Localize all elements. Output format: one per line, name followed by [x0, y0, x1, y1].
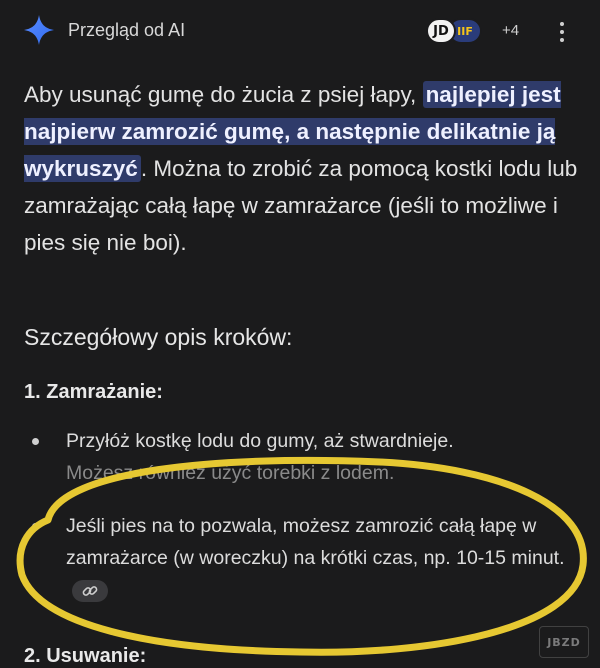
link-icon[interactable] — [72, 579, 108, 602]
bullet-text: Przyłóż kostkę lodu do gumy, aż stwardni… — [66, 430, 454, 452]
list-item: Możesz również użyć torebki z lodem. — [38, 457, 578, 489]
answer-intro: Aby usunąć gumę do żucia z psiej łapy, n… — [24, 76, 584, 261]
gemini-sparkle-icon — [24, 15, 54, 45]
ai-overview-header: Przegląd od AI JD IIF +4 — [0, 0, 600, 62]
bullet-text-obscured: Możesz również użyć torebki z lodem. — [66, 462, 395, 484]
step-heading-removal: 2. Usuwanie: — [24, 645, 147, 667]
bullet-text: Jeśli pies na to pozwala, możesz zamrozi… — [66, 515, 565, 569]
more-vert-icon[interactable] — [552, 17, 572, 47]
list-item: Przyłóż kostkę lodu do gumy, aż stwardni… — [32, 425, 578, 457]
list-item: Jeśli pies na to pozwala, możesz zamrozi… — [32, 510, 578, 606]
bullet-dot — [32, 438, 39, 445]
ai-overview-title: Przegląd od AI — [68, 20, 186, 40]
source-jd-icon[interactable]: JD — [426, 18, 456, 44]
step-heading-freezing: 1. Zamrażanie: — [24, 381, 163, 403]
intro-text-start: Aby usunąć gumę do żucia z psiej łapy, — [24, 82, 423, 107]
section-heading: Szczegółowy opis kroków: — [24, 324, 293, 350]
bullet-dot — [32, 523, 39, 530]
watermark-logo: JBZD — [539, 626, 589, 658]
more-sources-count[interactable]: +4 — [502, 22, 519, 39]
